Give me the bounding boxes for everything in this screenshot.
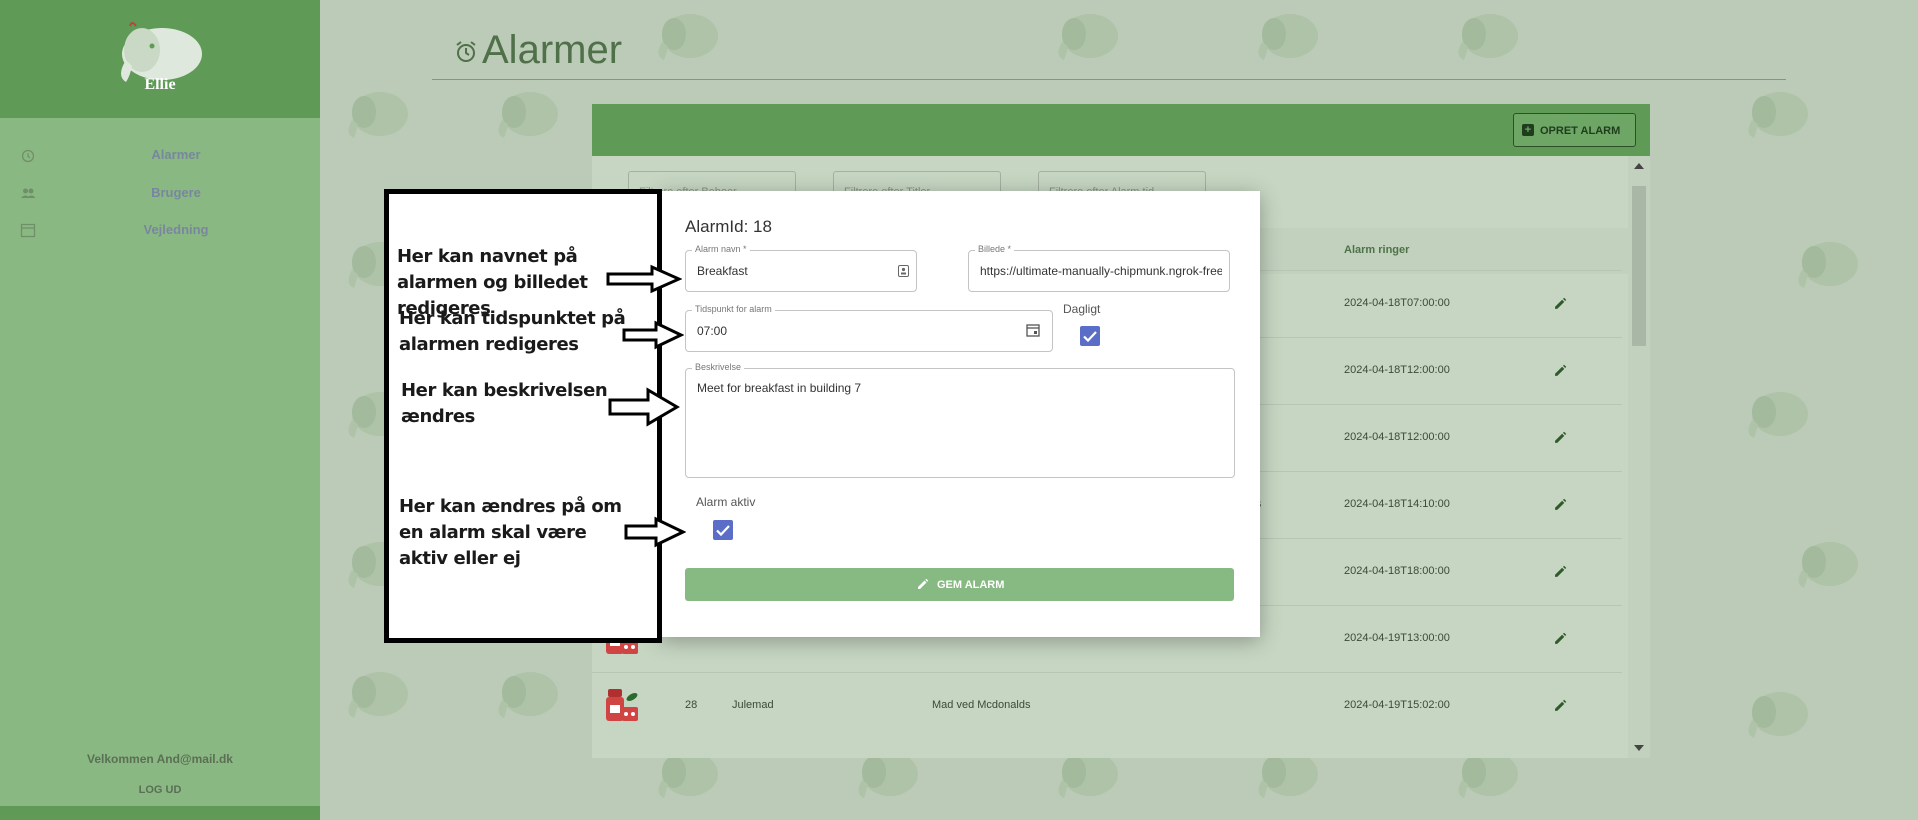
description-field[interactable]: Beskrivelse Meet for breakfast in buildi… xyxy=(685,362,1235,478)
edit-pencil-icon[interactable] xyxy=(1554,632,1567,645)
annotation-active: Her kan ændres på om en alarm skal være … xyxy=(399,496,622,569)
annotation-time: Her kan tidspunktet på alarmen redigeres xyxy=(399,308,626,355)
edit-pencil-icon[interactable] xyxy=(1554,297,1567,310)
logo-text: Ellie xyxy=(144,76,176,93)
edit-pencil-icon[interactable] xyxy=(1554,565,1567,578)
edit-pencil-icon[interactable] xyxy=(1554,364,1567,377)
active-label: Alarm aktiv xyxy=(696,495,756,509)
logout-button[interactable]: LOG UD xyxy=(0,784,320,796)
arrow-right-icon xyxy=(622,320,684,350)
page-title-text: Alarmer xyxy=(482,28,623,72)
arrow-right-icon xyxy=(608,387,680,427)
sidebar-footer xyxy=(0,806,320,820)
alarm-clock-icon xyxy=(456,41,476,62)
contact-card-icon xyxy=(898,265,909,277)
cell-alarm-time: 2024-04-19T15:02:00 xyxy=(1344,699,1450,711)
cell-alarm-time: 2024-04-18T07:00:00 xyxy=(1344,297,1450,309)
alarm-name-field[interactable]: Alarm navn * Breakfast xyxy=(685,244,917,292)
image-url-field[interactable]: Billede * https://ultimate-manually-chip… xyxy=(968,244,1230,292)
title-divider xyxy=(432,79,1786,80)
cell-alarm-time: 2024-04-18T12:00:00 xyxy=(1344,431,1450,443)
sidebar-item-vejledning[interactable]: Vejledning xyxy=(0,212,320,248)
welcome-text: Velkommen And@mail.dk xyxy=(87,752,233,766)
sidebar-item-label: Alarmer xyxy=(151,147,201,162)
edit-pencil-icon[interactable] xyxy=(1554,498,1567,511)
edit-pencil-icon[interactable] xyxy=(1554,431,1567,444)
scroll-down-icon[interactable] xyxy=(1634,744,1644,752)
edit-pencil-icon[interactable] xyxy=(1554,699,1567,712)
scroll-up-icon[interactable] xyxy=(1634,162,1644,170)
sidebar: Ellie Alarmer Brugere Vejledning Velkomm… xyxy=(0,0,320,820)
sidebar-item-brugere[interactable]: Brugere xyxy=(0,175,320,211)
pencil-icon xyxy=(918,578,929,589)
checkmark-icon xyxy=(716,525,730,537)
sidebar-header: Ellie xyxy=(0,0,320,118)
annotation-description: Her kan beskrivelsen ændres xyxy=(401,380,608,427)
daily-label: Dagligt xyxy=(1063,302,1101,316)
table-toolbar: + OPRET ALARM xyxy=(592,104,1650,156)
dialog-title: AlarmId: 18 xyxy=(685,217,772,236)
cell-title: Julemad xyxy=(732,699,774,711)
sidebar-item-alarmer[interactable]: Alarmer xyxy=(0,137,320,173)
scroll-thumb[interactable] xyxy=(1632,186,1646,346)
save-alarm-button[interactable]: GEM ALARM xyxy=(685,568,1234,601)
arrow-right-icon xyxy=(624,516,686,548)
create-alarm-button[interactable]: + OPRET ALARM xyxy=(1513,113,1636,147)
cell-id: 28 xyxy=(685,699,698,711)
sidebar-item-label: Brugere xyxy=(151,185,201,200)
column-header-rings: Alarm ringer xyxy=(1344,244,1410,256)
cell-alarm-time: 2024-04-19T13:00:00 xyxy=(1344,632,1450,644)
cell-alarm-time: 2024-04-18T18:00:00 xyxy=(1344,565,1450,577)
daily-checkbox[interactable] xyxy=(1080,326,1100,346)
calendar-icon[interactable] xyxy=(1026,323,1040,337)
medicine-icon xyxy=(606,689,638,721)
checkmark-icon xyxy=(1083,331,1097,343)
edit-alarm-dialog: AlarmId: 18 Alarm navn * Breakfast Bille… xyxy=(660,191,1260,637)
sidebar-item-label: Vejledning xyxy=(143,222,209,237)
cell-description: Mad ved Mcdonalds xyxy=(932,699,1031,711)
table-row[interactable]: 28 Julemad Mad ved Mcdonalds 2024-04-19T15:… xyxy=(592,672,1622,739)
table-scrollbar[interactable] xyxy=(1628,156,1650,758)
cell-alarm-time: 2024-04-18T12:00:00 xyxy=(1344,364,1450,376)
add-icon: + xyxy=(1522,124,1534,136)
cell-alarm-time: 2024-04-18T14:10:00 xyxy=(1344,498,1450,510)
alarm-time-field[interactable]: Tidspunkt for alarm 07:00 xyxy=(685,304,1053,352)
active-checkbox[interactable] xyxy=(713,520,733,540)
arrow-right-icon xyxy=(606,264,682,294)
